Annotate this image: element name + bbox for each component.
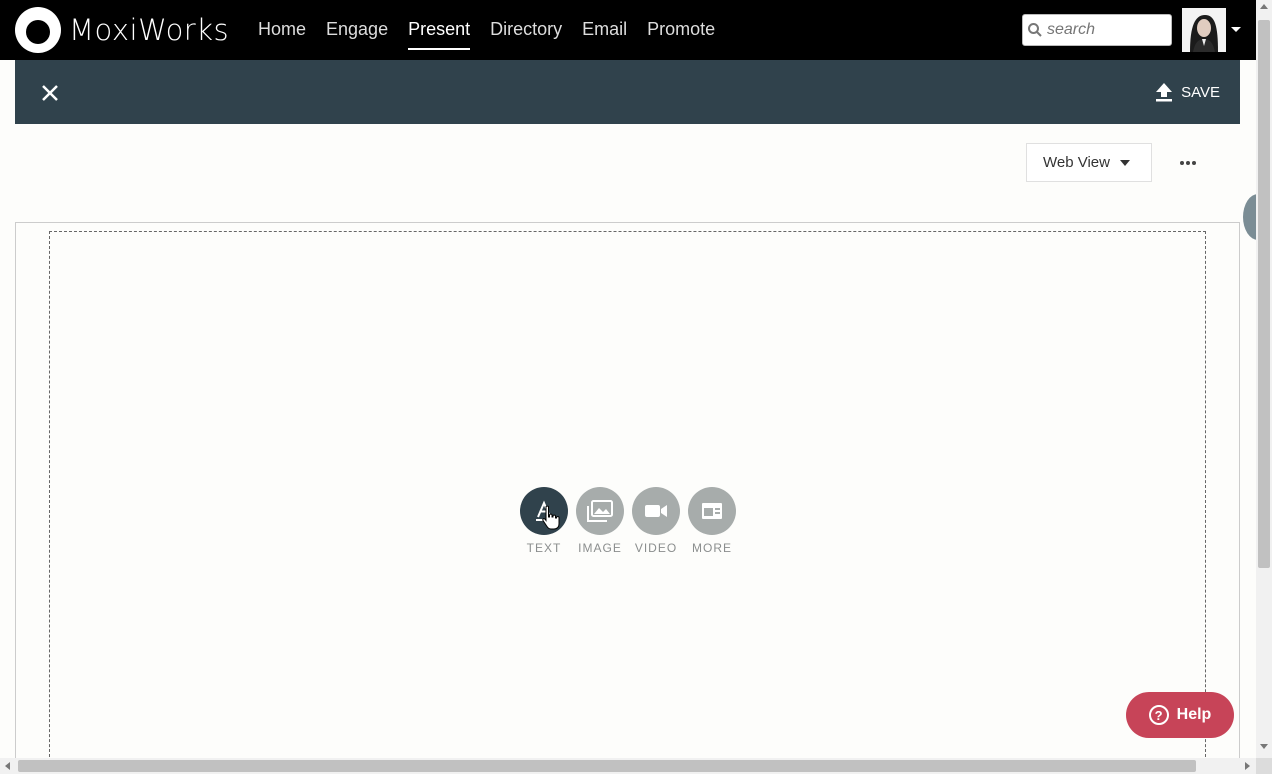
logo-text: MoxiWorks <box>69 13 230 47</box>
nav-engage[interactable]: Engage <box>326 0 388 60</box>
scroll-left-arrow-icon[interactable] <box>5 762 10 770</box>
tool-label-text: TEXT <box>526 541 562 555</box>
save-label: SAVE <box>1181 83 1220 101</box>
top-navbar: MoxiWorks Home Engage Present Directory … <box>0 0 1256 60</box>
scroll-up-arrow-icon[interactable] <box>1260 4 1268 9</box>
search-box[interactable] <box>1022 14 1172 46</box>
moxiworks-logo[interactable]: MoxiWorks <box>15 7 229 53</box>
editor-toolbar: SAVE <box>15 60 1240 124</box>
horizontal-scrollbar[interactable] <box>0 758 1256 774</box>
nav-home[interactable]: Home <box>258 0 306 60</box>
vertical-scrollbar[interactable] <box>1256 0 1272 758</box>
search-input[interactable] <box>1045 20 1169 40</box>
upload-icon <box>1156 83 1173 102</box>
avatar-portrait-icon <box>1182 8 1226 52</box>
vertical-scroll-thumb[interactable] <box>1258 20 1270 568</box>
scrollbar-corner <box>1256 758 1272 774</box>
tool-label-more: MORE <box>692 541 732 555</box>
close-icon[interactable] <box>39 82 61 104</box>
nav-email[interactable]: Email <box>582 0 627 60</box>
more-blocks-icon <box>688 487 736 535</box>
nav-present[interactable]: Present <box>408 0 471 60</box>
account-menu-caret-icon[interactable] <box>1231 27 1241 32</box>
video-icon <box>632 487 680 535</box>
search-icon <box>1028 23 1042 37</box>
chevron-down-icon <box>1119 159 1130 166</box>
main-nav: Home Engage Present Directory Email Prom… <box>258 0 735 60</box>
tool-label-video: VIDEO <box>634 541 678 555</box>
add-more-button[interactable]: MORE <box>688 487 736 555</box>
add-image-button[interactable]: IMAGE <box>576 487 624 555</box>
pointer-cursor-icon <box>542 505 560 530</box>
scroll-down-arrow-icon[interactable] <box>1260 744 1268 749</box>
image-icon <box>576 487 624 535</box>
horizontal-scroll-thumb[interactable] <box>18 760 1196 772</box>
nav-directory[interactable]: Directory <box>490 0 562 60</box>
logo-circle-icon <box>15 7 61 53</box>
scroll-right-arrow-icon[interactable] <box>1245 762 1250 770</box>
tool-label-image: IMAGE <box>578 541 622 555</box>
save-button[interactable]: SAVE <box>1155 82 1220 102</box>
view-mode-value: Web View <box>1043 154 1110 171</box>
more-options-icon[interactable] <box>1178 157 1200 169</box>
nav-promote[interactable]: Promote <box>647 0 715 60</box>
user-avatar[interactable] <box>1182 8 1226 52</box>
view-mode-select[interactable]: Web View <box>1026 143 1152 182</box>
question-mark-icon: ? <box>1148 705 1169 725</box>
help-button[interactable]: ? Help <box>1126 692 1234 738</box>
help-label: Help <box>1176 706 1212 723</box>
add-video-button[interactable]: VIDEO <box>632 487 680 555</box>
